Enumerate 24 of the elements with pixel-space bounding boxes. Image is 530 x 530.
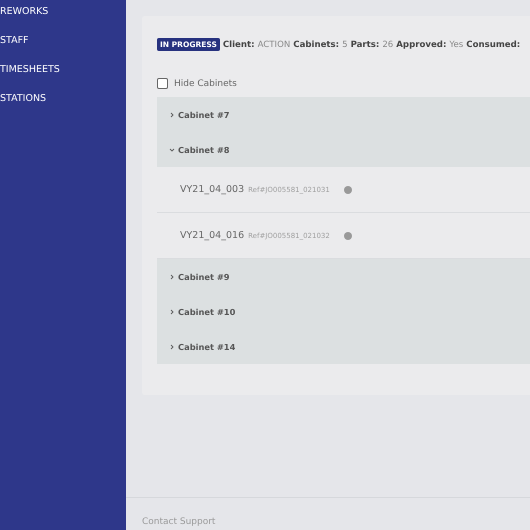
field-value: 5 xyxy=(342,40,348,50)
field-label: Cabinets: xyxy=(293,40,340,50)
info-icon[interactable] xyxy=(344,232,352,240)
field-label: Client: xyxy=(222,40,255,50)
part-code: VY21_04_016 xyxy=(180,230,244,241)
field-value: Yes xyxy=(449,40,464,50)
field-value: 26 xyxy=(382,40,394,50)
checkbox[interactable] xyxy=(157,78,168,89)
cabinet-header[interactable]: Cabinet #14 xyxy=(157,329,530,364)
nav-item[interactable]: STAFF xyxy=(0,32,126,49)
field-value: ACTION xyxy=(258,40,290,50)
info-icon[interactable] xyxy=(344,186,352,194)
cabinet-header[interactable]: Cabinet #9 xyxy=(157,259,530,294)
field-label: Parts: xyxy=(350,40,380,50)
part-code: VY21_04_003 xyxy=(180,184,244,195)
nav-item[interactable]: TIMESHEETS xyxy=(0,61,126,78)
nav-item[interactable]: REWORKS xyxy=(0,3,126,20)
nav-item[interactable]: STATIONS xyxy=(0,90,126,107)
checkbox-label: Hide Cabinets xyxy=(174,78,237,88)
field-label: Consumed: xyxy=(466,40,520,50)
field-label: Approved: xyxy=(396,40,446,50)
cabinet-header[interactable]: Cabinet #8 xyxy=(157,132,530,167)
cabinet-header[interactable]: Cabinet #10 xyxy=(157,294,530,329)
cabinet-header[interactable]: Cabinet #7 xyxy=(157,97,530,132)
